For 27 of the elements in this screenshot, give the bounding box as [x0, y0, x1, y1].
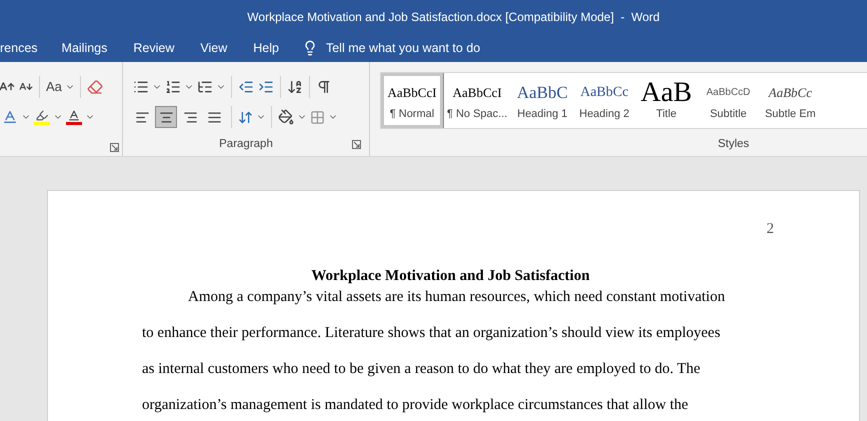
style-item[interactable]: AaBbCc Subtle Em: [759, 73, 822, 128]
change-case-button[interactable]: Aa: [44, 77, 64, 97]
window-title: Workplace Motivation and Job Satisfaction.docx [Compatibility Mode] - Word: [247, 9, 660, 26]
group-label: Paragraph: [219, 136, 273, 152]
align-center-button[interactable]: [155, 106, 177, 128]
align-justify-icon: [206, 110, 222, 124]
body-paragraph: Among a company’s vital assets are its human resources, which need constant motivation to enhance their performance. Literature shows that an organization’s should view its employees as internal customers who need to be given a reason to do what they are employed to do. The organization’s management is mandated to provide workplace circumstances that allow the: [142, 288, 726, 414]
style-item[interactable]: AaB Title: [635, 73, 698, 128]
tell-me-field[interactable]: Tell me what you want to do: [326, 38, 546, 58]
style-item[interactable]: AaBbC Heading 1: [511, 73, 574, 128]
ribbon-tab[interactable]: Help: [240, 34, 292, 62]
dialog-launcher-icon[interactable]: [110, 143, 119, 152]
ribbon-tab[interactable]: rences: [0, 34, 49, 62]
style-item[interactable]: AaBbCcD Subtitle: [697, 73, 760, 128]
dialog-launcher-icon[interactable]: [352, 140, 361, 149]
style-item[interactable]: AaBbCcI ¶ No Spac...: [443, 73, 512, 128]
style-item[interactable]: AaBbCc Heading 2: [573, 73, 636, 128]
ribbon-tab[interactable]: Review: [120, 34, 188, 62]
document-title: Workplace Motivation and Job Satisfaction: [311, 268, 590, 284]
align-center-icon: [158, 110, 174, 124]
ribbon-tab[interactable]: View: [187, 34, 240, 62]
align-left-icon: [134, 110, 150, 124]
group-label: Styles: [718, 136, 750, 152]
page-number: 2: [766, 220, 774, 239]
style-item[interactable]: AaBbCcI ¶ Normal: [381, 73, 443, 128]
ribbon-tab[interactable]: Mailings: [48, 34, 120, 62]
align-right-icon: [182, 110, 198, 124]
